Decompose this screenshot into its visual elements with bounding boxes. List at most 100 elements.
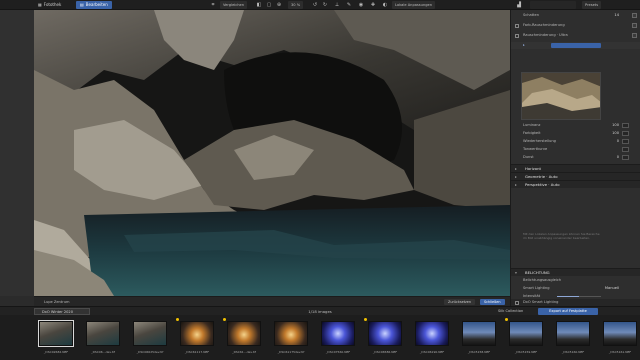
- panel-row[interactable]: Wiederherstellung 0: [511, 138, 640, 145]
- value-stepper[interactable]: [622, 155, 629, 160]
- top-toolbar: ▦ Fotothek ▤ Bearbeiten ⌗ Vergleichen ◧ …: [0, 0, 640, 10]
- filmstrip-thumbnail[interactable]: _DSC5159.NEF: [504, 318, 548, 358]
- tag-icon: [223, 318, 226, 321]
- section-horizon[interactable]: ▸ Horizont: [511, 164, 640, 172]
- thumbnail-image: [133, 321, 167, 346]
- panel-row[interactable]: Schatten 14: [511, 12, 640, 19]
- compare-button[interactable]: Vergleichen: [220, 1, 248, 9]
- fit-icon[interactable]: ▢: [266, 2, 272, 8]
- filmstrip-thumbnail[interactable]: _DSC61117.NEF: [175, 318, 219, 358]
- rotate-right-icon[interactable]: ↻: [322, 2, 328, 8]
- thumbnail-image: [180, 321, 214, 346]
- edit-icon: ▤: [80, 2, 84, 7]
- panel-row[interactable]: Luminanz 100: [511, 122, 640, 129]
- loupe-image: [522, 73, 600, 119]
- tab-photolibrary[interactable]: ▦ Fotothek: [34, 1, 65, 9]
- reset-icon[interactable]: [632, 13, 637, 18]
- local-adjustments-button[interactable]: Lokale Anpassungen: [392, 1, 435, 9]
- left-collapsed-panel: [0, 10, 34, 296]
- thumbnail-image: [462, 321, 496, 346]
- thumbnail-filename: _DSC06586.NEF: [372, 350, 398, 354]
- thumbnail-filename: _DSC5158.NEF: [467, 350, 491, 354]
- intensity-slider[interactable]: [557, 296, 601, 297]
- panel-row[interactable]: Farb-Rauschminderung: [511, 22, 640, 29]
- histogram-icon[interactable]: ▟: [516, 2, 522, 8]
- viewer-bottom-bar: Lupe Zentrum Zurücksetzen Schließen: [34, 296, 510, 306]
- panel-search[interactable]: [530, 1, 576, 9]
- chevron-down-icon: ▾: [515, 270, 517, 275]
- split-view-icon[interactable]: ◧: [256, 2, 262, 8]
- red-eye-icon[interactable]: ◉: [358, 2, 364, 8]
- loupe-preview[interactable]: [521, 72, 601, 120]
- filmstrip-thumbnail[interactable]: _DSC06625dev.tif: [128, 318, 172, 358]
- filmstrip-thumbnail[interactable]: _DSC06586.NEF: [363, 318, 407, 358]
- main-photo: [34, 10, 510, 296]
- section-geometry[interactable]: ▸ Geometrie · Auto: [511, 172, 640, 180]
- close-button[interactable]: Schließen: [480, 299, 505, 305]
- thumbnail-image: [368, 321, 402, 346]
- thumbnail-filename: _DSC06190.NEF: [419, 350, 445, 354]
- smart-lighting-header[interactable]: DxO Smart Lighting: [511, 299, 640, 306]
- filmstrip-thumbnail[interactable]: _DSC06190.NEF: [410, 318, 454, 358]
- reset-button[interactable]: Zurücksetzen: [444, 299, 476, 305]
- eyedropper-icon[interactable]: ✎: [346, 2, 352, 8]
- filmstrip-thumbnail[interactable]: _DSC5161.NEF: [598, 318, 640, 358]
- section-lighting[interactable]: ▾ BELICHTUNG: [511, 268, 640, 276]
- zoom-level[interactable]: 30 %: [288, 1, 304, 9]
- thumbnail-image: [321, 321, 355, 346]
- thumbnail-image: [38, 320, 74, 347]
- chevron-right-icon: ▸: [515, 182, 517, 187]
- thumbnail-image: [415, 321, 449, 346]
- thumbnail-filename: _DSC06625dev.tif: [136, 350, 164, 354]
- value-stepper[interactable]: [622, 123, 629, 128]
- panel-row[interactable]: Farbigkeit 100: [511, 130, 640, 137]
- noise-mode-row[interactable]: ▸: [511, 42, 640, 49]
- repair-icon[interactable]: ✚: [370, 2, 376, 8]
- thumbnail-filename: _DSC07560.NEF: [325, 350, 351, 354]
- reset-icon[interactable]: [632, 23, 637, 28]
- reset-icon[interactable]: [632, 33, 637, 38]
- panel-row[interactable]: Smart Lighting Manuell: [511, 285, 640, 292]
- filmstrip-thumbnail[interactable]: _DSC5158.NEF: [457, 318, 501, 358]
- filmstrip-thumbnail[interactable]: _DSC5160.NEF: [551, 318, 595, 358]
- filmstrip-thumbnail[interactable]: _DSC07560.NEF: [316, 318, 360, 358]
- enable-checkbox[interactable]: [515, 300, 519, 305]
- panel-row[interactable]: Rauschminderung · Ultra: [511, 32, 640, 39]
- settings-panel: Schatten 14 Farb-Rauschminderung Rauschm…: [510, 10, 640, 306]
- mode-label: ▸: [523, 43, 525, 47]
- section-perspective[interactable]: ▸ Perspektive · Auto: [511, 180, 640, 188]
- enable-checkbox[interactable]: [515, 23, 519, 28]
- value-stepper[interactable]: [622, 147, 629, 152]
- presets-button[interactable]: Presets: [582, 1, 602, 9]
- filmstrip-header: DxO Winter 2020 1/18 images Silk Collect…: [0, 306, 640, 315]
- mask-icon[interactable]: ◐: [382, 2, 388, 8]
- thumbnail-filename: _DSC5161.NEF: [608, 350, 632, 354]
- thumbnail-image: [86, 321, 120, 346]
- filmstrip-thumbnail[interactable]: _DSC06...dev.tif: [81, 318, 125, 358]
- image-viewer[interactable]: [34, 10, 510, 296]
- panel-row[interactable]: Belichtungsausgleich: [511, 277, 640, 284]
- local-adjust-hint: Mit den Lokalen Anpassungen können Sie B…: [523, 232, 600, 240]
- mode-selector[interactable]: [551, 43, 601, 48]
- thumbnail-filename: _DSC5159.NEF: [514, 350, 538, 354]
- filmstrip-thumbnail[interactable]: _DSC61175dev.tif: [269, 318, 313, 358]
- thumbnail-filename: _DSC61...dev.tif: [232, 350, 256, 354]
- value-stepper[interactable]: [622, 139, 629, 144]
- crop-icon[interactable]: ⌗: [210, 2, 216, 8]
- value-stepper[interactable]: [622, 131, 629, 136]
- enable-checkbox[interactable]: [515, 33, 519, 38]
- tab-customize[interactable]: ▤ Bearbeiten: [76, 1, 112, 9]
- straighten-icon[interactable]: ⟂: [334, 2, 340, 8]
- panel-row[interactable]: Tonwertkurve: [511, 146, 640, 153]
- filmstrip-thumbnail[interactable]: _DSC02682.NEF: [34, 318, 78, 358]
- tag-icon: [505, 318, 508, 321]
- thumbnail-filename: _DSC61175dev.tif: [277, 350, 305, 354]
- thumbnail-filename: _DSC61117.NEF: [184, 350, 210, 354]
- thumbnail-image: [556, 321, 590, 346]
- filmstrip-thumbnail[interactable]: _DSC61...dev.tif: [222, 318, 266, 358]
- panel-row[interactable]: Dunst 0: [511, 154, 640, 161]
- rotate-left-icon[interactable]: ↺: [312, 2, 318, 8]
- filmstrip: _DSC02682.NEF _DSC06...dev.tif _DSC06625de…: [0, 315, 640, 360]
- export-button[interactable]: Export auf Festplatte: [538, 308, 598, 315]
- zoom-icon[interactable]: ⊕: [276, 2, 282, 8]
